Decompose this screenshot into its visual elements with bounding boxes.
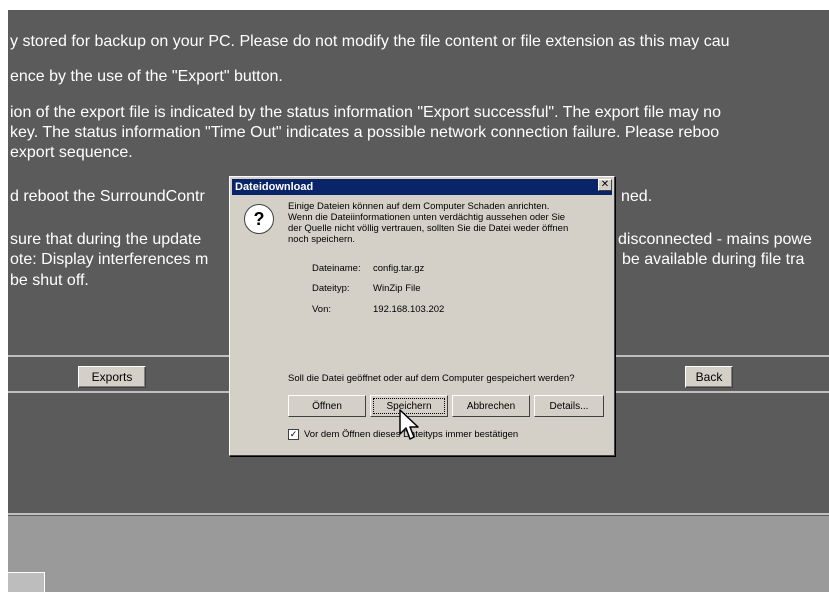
confirm-checkbox[interactable]: ✓ bbox=[288, 429, 299, 440]
filename-value: config.tar.gz bbox=[373, 263, 425, 274]
info-text-line: be shut off. bbox=[10, 272, 89, 289]
divider bbox=[8, 513, 829, 515]
footer-panel bbox=[8, 516, 829, 592]
info-text-line: disconnected - mains powe bbox=[618, 231, 812, 248]
footer-tab[interactable] bbox=[8, 572, 45, 592]
close-icon: ✕ bbox=[600, 179, 610, 190]
info-text-line: d reboot the SurroundContr bbox=[10, 188, 205, 205]
info-text-line: be available during file tra bbox=[622, 251, 805, 268]
close-button[interactable]: ✕ bbox=[598, 179, 612, 191]
info-text-line: ion of the export file is indicated by t… bbox=[10, 104, 721, 121]
source-value: 192.168.103.202 bbox=[373, 304, 445, 315]
warning-text: Einige Dateien können auf dem Computer S… bbox=[288, 201, 569, 245]
details-button[interactable]: Details... bbox=[534, 395, 604, 417]
filetype-label: Dateityp: bbox=[312, 283, 350, 294]
open-button[interactable]: Öffnen bbox=[288, 395, 366, 417]
info-text-line: ned. bbox=[621, 188, 653, 205]
back-button[interactable]: Back bbox=[685, 366, 733, 388]
question-icon: ? bbox=[244, 204, 274, 234]
file-download-dialog: Dateidownload ✕ ? Einige Dateien können … bbox=[229, 176, 615, 456]
info-text-line: ote: Display interferences m bbox=[10, 251, 209, 268]
cancel-button[interactable]: Abbrechen bbox=[452, 395, 530, 417]
info-text-line: sure that during the update bbox=[10, 231, 202, 248]
source-label: Von: bbox=[312, 304, 332, 315]
info-text-line: y stored for backup on your PC. Please d… bbox=[10, 33, 730, 50]
info-text-line: key. The status information "Time Out" i… bbox=[10, 124, 720, 141]
info-text-line: ence by the use of the "Export" button. bbox=[10, 68, 283, 85]
exports-button[interactable]: Exports bbox=[78, 366, 146, 388]
filetype-value: WinZip File bbox=[373, 283, 421, 294]
filename-label: Dateiname: bbox=[312, 263, 361, 274]
info-text-line: export sequence. bbox=[10, 144, 133, 161]
mouse-pointer-icon bbox=[399, 409, 419, 440]
dialog-title: Dateidownload bbox=[232, 179, 612, 195]
question-text: Soll die Datei geöffnet oder auf dem Com… bbox=[288, 373, 575, 384]
